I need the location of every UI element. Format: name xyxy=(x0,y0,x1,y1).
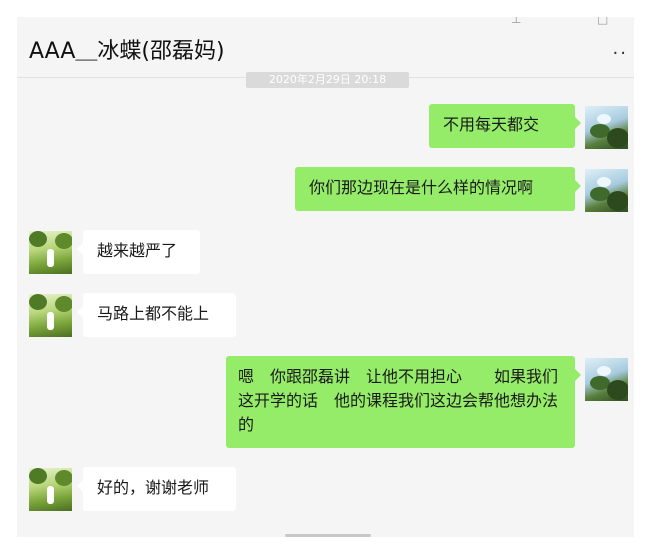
message-text: 马路上都不能上 xyxy=(97,304,210,323)
maximize-icon[interactable]: □ xyxy=(597,17,608,25)
message-text: 嗯 你跟邵磊讲 让他不用担心 如果我们这开学的话 他的课程我们这边会帮他想办法的 xyxy=(238,367,559,434)
more-options-icon[interactable]: ·· xyxy=(613,43,628,64)
my-avatar[interactable] xyxy=(585,169,628,212)
chat-title: AAA＿冰蝶(邵磊妈) xyxy=(29,39,225,64)
message-text: 好的，谢谢老师 xyxy=(97,478,210,497)
pin-icon[interactable]: ⊥ xyxy=(511,17,521,25)
contact-avatar[interactable] xyxy=(29,468,72,511)
my-avatar[interactable] xyxy=(585,106,628,149)
message-bubble-sent[interactable]: 嗯 你跟邵磊讲 让他不用担心 如果我们这开学的话 他的课程我们这边会帮他想办法的 xyxy=(226,356,581,448)
contact-avatar[interactable] xyxy=(29,231,72,274)
message-text: 你们那边现在是什么样的情况啊 xyxy=(309,178,534,197)
my-avatar[interactable] xyxy=(585,358,628,401)
scrollbar[interactable] xyxy=(285,534,371,537)
chat-window: AAA＿冰蝶(邵磊妈) ⊥ □ ·· 2020年2月29日 20:18 不用每天… xyxy=(17,17,634,537)
message-text: 越来越严了 xyxy=(97,241,178,260)
message-bubble-sent[interactable]: 不用每天都交 xyxy=(429,104,581,148)
contact-avatar[interactable] xyxy=(29,294,72,337)
message-bubble-received[interactable]: 马路上都不能上 xyxy=(77,293,236,337)
message-bubble-sent[interactable]: 你们那边现在是什么样的情况啊 xyxy=(295,167,581,211)
message-text: 不用每天都交 xyxy=(443,115,540,134)
message-timestamp: 2020年2月29日 20:18 xyxy=(246,72,409,88)
message-bubble-received[interactable]: 越来越严了 xyxy=(77,230,200,274)
message-bubble-received[interactable]: 好的，谢谢老师 xyxy=(77,467,236,511)
chat-header: AAA＿冰蝶(邵磊妈) ⊥ □ ·· xyxy=(17,17,634,78)
